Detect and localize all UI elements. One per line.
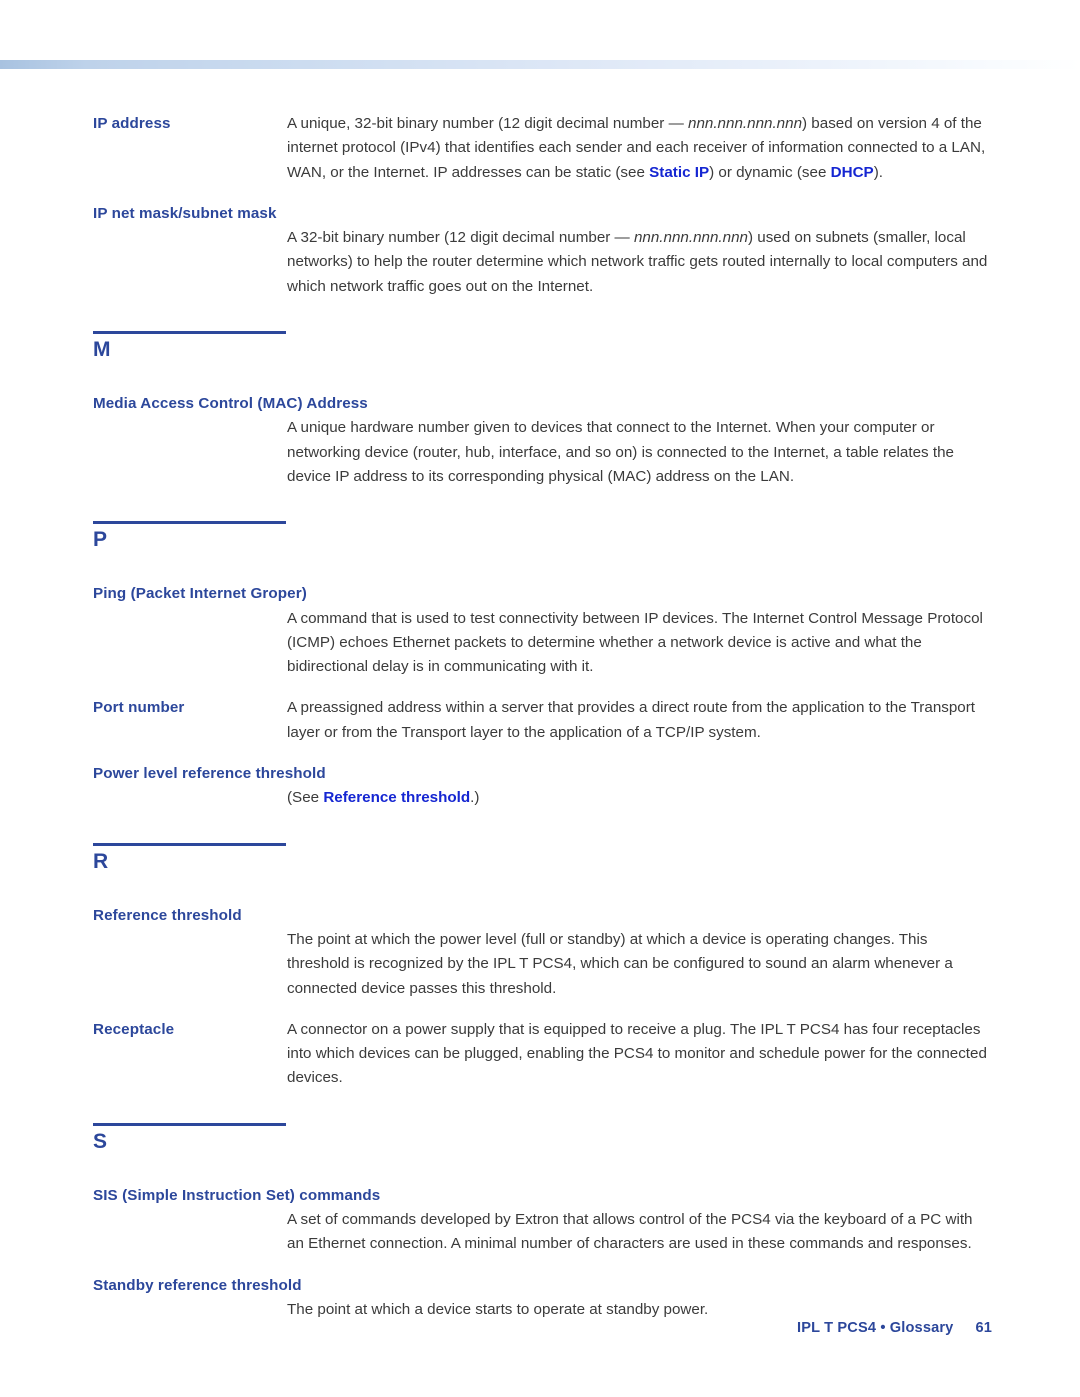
glossary-term: Media Access Control (MAC) Address [93, 395, 368, 413]
alphabet-section-header: S [93, 1122, 993, 1154]
glossary-definition: A connector on a power supply that is eq… [287, 1018, 992, 1091]
glossary-term: Ping (Packet Internet Groper) [93, 585, 307, 603]
glossary-definition: A set of commands developed by Extron th… [287, 1208, 992, 1257]
glossary-cross-reference-link[interactable]: Static IP [649, 164, 709, 181]
page-top-accent-band [0, 60, 1080, 69]
glossary-entry: Media Access Control (MAC) Address A uniq… [93, 392, 993, 489]
glossary-definition: A 32-bit binary number (12 digit decimal… [287, 226, 992, 299]
glossary-definition: A unique, 32-bit binary number (12 digit… [287, 112, 992, 185]
footer-document-title: IPL T PCS4 • Glossary [797, 1320, 954, 1336]
glossary-definition: A preassigned address within a server th… [287, 696, 992, 745]
definition-text: A unique, 32-bit binary number (12 digit… [287, 115, 688, 132]
glossary-term: Receptacle [93, 1020, 175, 1038]
glossary-definition: A unique hardware number given to device… [287, 416, 992, 489]
section-letter-r: R [93, 849, 109, 873]
section-divider-rule [93, 331, 286, 335]
definition-text: A 32-bit binary number (12 digit decimal… [287, 229, 634, 247]
glossary-definition: (See Reference threshold.) [287, 786, 992, 810]
section-letter-s: S [93, 1129, 108, 1153]
glossary-term: Standby reference threshold [93, 1276, 302, 1294]
glossary-entry: Standby reference threshold The point at … [93, 1274, 993, 1323]
glossary-term: SIS (Simple Instruction Set) commands [93, 1186, 381, 1204]
footer-page-number: 61 [975, 1320, 992, 1336]
glossary-entry: SIS (Simple Instruction Set) commands A s… [93, 1184, 993, 1257]
glossary-entry-list: IP address A unique, 32-bit binary number… [93, 112, 993, 1339]
glossary-entry: IP address A unique, 32-bit binary number… [93, 112, 993, 185]
glossary-entry: Port number A preassigned address within … [93, 696, 993, 745]
alphabet-section-header: P [93, 521, 993, 552]
glossary-term: Power level reference threshold [93, 765, 326, 783]
glossary-definition: A command that is used to test connectiv… [287, 607, 992, 680]
definition-text: ). [873, 163, 883, 181]
section-divider-rule [93, 521, 286, 525]
section-divider-rule [93, 1122, 286, 1126]
glossary-definition: The point at which a device starts to op… [287, 1298, 992, 1322]
definition-text: A command that is used to test connectiv… [287, 609, 983, 676]
page-footer: IPL T PCS4 • Glossary 61 [0, 1320, 1080, 1336]
glossary-definition: The point at which the power level (full… [287, 928, 992, 1001]
section-letter-m: M [93, 338, 111, 362]
definition-text: A connector on a power supply that is eq… [287, 1020, 987, 1087]
definition-text: ) or dynamic (see [709, 163, 831, 181]
definition-text: A unique hardware number given to device… [287, 419, 954, 485]
glossary-term: Port number [93, 699, 185, 717]
definition-text: .) [470, 789, 480, 807]
definition-emphasis-text: nnn.nnn.nnn.nnn [633, 229, 748, 247]
glossary-term: Reference threshold [93, 906, 242, 924]
definition-text: A preassigned address within a server th… [287, 699, 976, 741]
definition-text: The point at which the power level (full… [287, 930, 953, 997]
glossary-cross-reference-link[interactable]: Reference threshold [323, 789, 470, 806]
definition-text: A set of commands developed by Extron th… [287, 1211, 973, 1253]
glossary-entry: Ping (Packet Internet Groper) A command t… [93, 582, 993, 679]
glossary-entry: IP net mask/subnet mask A 32-bit binary n… [93, 202, 993, 299]
glossary-entry: Power level reference threshold (See Refe… [93, 762, 993, 811]
definition-text: The point at which a device starts to op… [287, 1300, 709, 1318]
section-letter-p: P [93, 528, 108, 552]
section-divider-rule [93, 842, 286, 846]
definition-emphasis-text: nnn.nnn.nnn.nnn [688, 115, 803, 132]
glossary-term: IP net mask/subnet mask [93, 204, 277, 222]
glossary-entry: Receptacle A connector on a power supply … [93, 1018, 993, 1091]
alphabet-section-header: M [93, 331, 993, 362]
alphabet-section-header: R [93, 842, 993, 874]
glossary-page: IP address A unique, 32-bit binary number… [0, 0, 1080, 1397]
glossary-term: IP address [93, 115, 171, 132]
definition-text: (See [287, 789, 324, 807]
glossary-cross-reference-link[interactable]: DHCP [831, 164, 874, 181]
glossary-entry: Reference threshold The point at which th… [93, 904, 993, 1001]
